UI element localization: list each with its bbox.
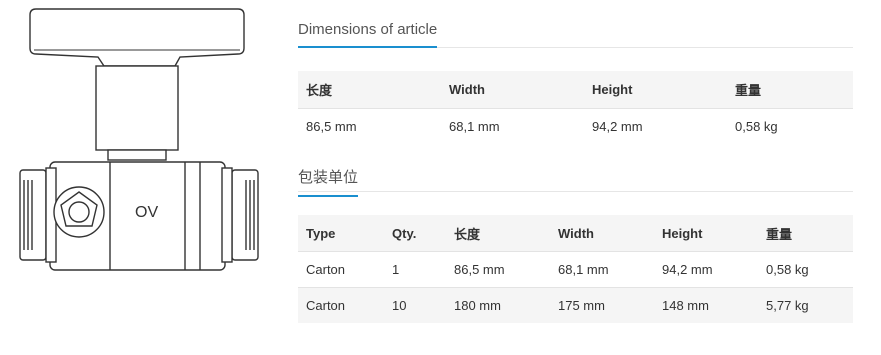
dimensions-table: 长度 Width Height 重量 86,5 mm 68,1 mm 94,2 … [298, 71, 853, 144]
column-header: 重量 [758, 215, 853, 252]
table-header-row: Type Qty. 长度 Width Height 重量 [298, 215, 853, 252]
table-cell: 86,5 mm [306, 119, 357, 134]
table-cell: 94,2 mm [654, 251, 758, 288]
column-header: Qty. [384, 215, 446, 252]
product-info-panel: Dimensions of article 长度 Width Height 重量… [298, 0, 853, 323]
logo-text: OV [135, 204, 158, 221]
column-header: Width [441, 71, 584, 109]
table-row: Carton 10 180 mm 175 mm 148 mm 5,77 kg [298, 287, 853, 323]
table-cell: 175 mm [550, 287, 654, 323]
packaging-table: Type Qty. 长度 Width Height 重量 Carton 1 86… [298, 215, 853, 323]
table-cell: 1 [384, 251, 446, 288]
ball-valve-drawing-icon: OV [19, 8, 259, 271]
table-cell: Carton [298, 287, 384, 323]
table-cell: 10 [384, 287, 446, 323]
dimensions-header: Dimensions of article [298, 0, 853, 48]
column-header: 重量 [727, 71, 853, 109]
table-cell: Carton [298, 251, 384, 288]
table-header-row: 长度 Width Height 重量 [298, 71, 853, 109]
column-header: 长度 [446, 215, 550, 252]
table-cell: 148 mm [654, 287, 758, 323]
column-header: Width [550, 215, 654, 252]
table-cell: 68,1 mm [550, 251, 654, 288]
packaging-title[interactable]: 包装单位 [298, 166, 359, 197]
table-cell: 86,5 mm [446, 251, 550, 288]
product-image: OV [0, 0, 280, 300]
table-row: Carton 1 86,5 mm 68,1 mm 94,2 mm 0,58 kg [298, 251, 853, 288]
packaging-header: 包装单位 [298, 144, 853, 197]
table-cell: 0,58 kg [735, 119, 778, 134]
dimensions-title[interactable]: Dimensions of article [298, 21, 438, 48]
table-row: 86,5 mm 68,1 mm 94,2 mm 0,58 kg [298, 109, 853, 145]
table-cell: 94,2 mm [592, 119, 643, 134]
column-header: Height [654, 215, 758, 252]
column-header: 长度 [298, 71, 441, 109]
table-cell: 5,77 kg [758, 287, 853, 323]
table-cell: 180 mm [446, 287, 550, 323]
table-cell: 0,58 kg [758, 251, 853, 288]
table-cell: 68,1 mm [449, 119, 500, 134]
column-header: Height [584, 71, 727, 109]
column-header: Type [298, 215, 384, 252]
